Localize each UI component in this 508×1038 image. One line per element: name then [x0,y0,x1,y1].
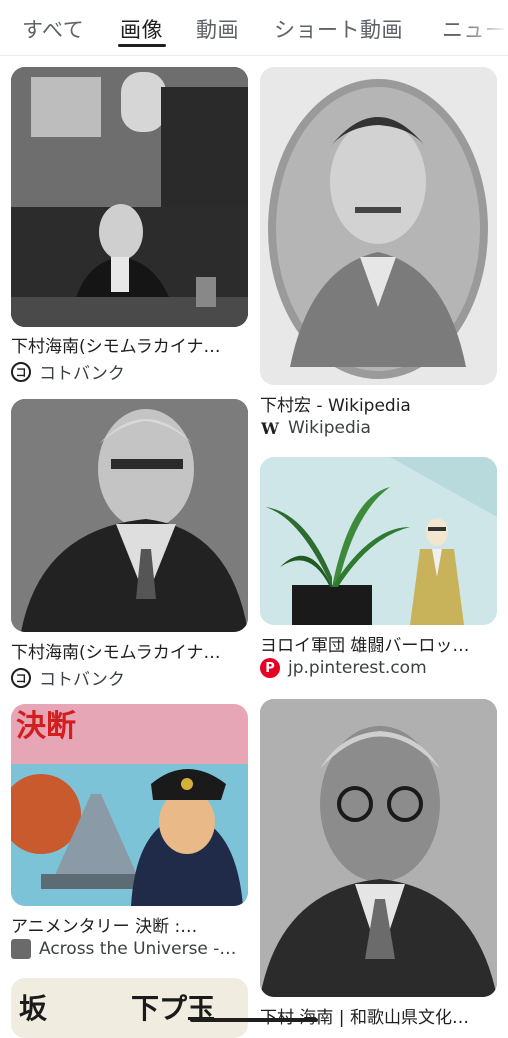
result-image-2[interactable] [260,67,497,385]
kotobank-icon: コ [11,361,31,382]
tab-images[interactable]: 画像 [120,14,163,44]
tab-videos[interactable]: 動画 [196,14,239,44]
search-filter-tabs: すべて 画像 動画 ショート動画 ニュー [0,0,508,56]
result-image-7[interactable]: 坂 下プ玉 [11,978,248,1038]
across-universe-icon [11,939,31,959]
thumb-text-1: 坂 [19,992,47,1025]
wikipedia-icon: W [261,418,279,438]
result-image-6[interactable] [260,699,497,997]
result-source-3[interactable]: コ コトバンク [11,665,248,690]
kotobank-icon: コ [11,667,31,688]
result-source-2[interactable]: W Wikipedia [260,418,497,438]
tab-short-videos[interactable]: ショート動画 [274,14,403,44]
result-image-1[interactable] [11,67,248,327]
result-title-3[interactable]: 下村海南(シモムラカイナ… [11,638,248,663]
result-source-4[interactable]: P jp.pinterest.com [260,658,497,678]
pinterest-icon: P [260,658,280,678]
tabs-fade [458,0,508,55]
result-source-5[interactable]: Across the Universe -… [11,939,248,959]
result-source-label-5: Across the Universe -… [39,939,237,959]
result-title-1[interactable]: 下村海南(シモムラカイナ… [11,332,248,357]
result-image-3[interactable] [11,399,248,632]
poster-title-text: 決断 [16,709,76,744]
result-image-4[interactable] [260,457,497,625]
result-title-5[interactable]: アニメンタリー 決断 :… [11,912,248,937]
result-title-6[interactable]: 下村 海南 | 和歌山県文化… [260,1003,497,1028]
result-source-label-4: jp.pinterest.com [288,658,427,678]
tab-all[interactable]: すべて [22,14,84,44]
result-title-2[interactable]: 下村宏 - Wikipedia [260,391,497,416]
result-title-4[interactable]: ヨロイ軍団 雄闘バーロッ… [260,631,497,656]
result-source-label-1: コトバンク [39,364,125,384]
result-image-5[interactable]: 決断 [11,704,248,906]
result-source-label-2: Wikipedia [288,418,371,438]
result-source-1[interactable]: コ コトバンク [11,359,248,384]
active-tab-indicator [118,44,166,47]
result-source-label-3: コトバンク [39,670,125,690]
home-indicator[interactable] [190,1018,318,1022]
